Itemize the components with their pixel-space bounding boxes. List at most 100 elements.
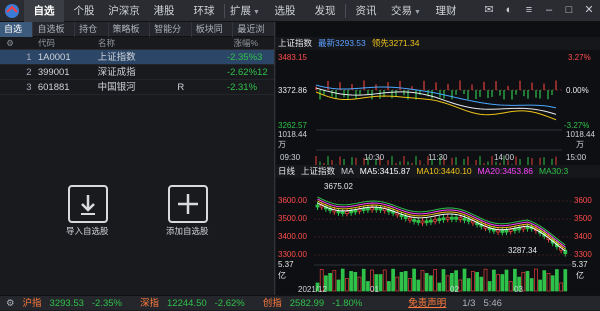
volume-bar (403, 271, 408, 292)
candle (441, 217, 446, 221)
menu-item-8[interactable]: 资讯 (346, 0, 386, 22)
volume-bar (563, 269, 568, 292)
status-sh-name[interactable]: 沪指 (23, 296, 42, 310)
kline-low-label: 3287.34 (508, 246, 537, 255)
volume-bar (496, 274, 500, 292)
time-tick: 09:30 (280, 153, 301, 162)
add-watchlist-button[interactable] (168, 185, 208, 223)
candle (416, 220, 421, 223)
volume-bar (525, 271, 530, 292)
menu-item-9[interactable]: 交易 ▼ (386, 0, 426, 22)
menu-item-0[interactable]: 自选 (24, 0, 64, 22)
volume-bar (534, 268, 538, 292)
menu-item-4[interactable]: 环球 (184, 0, 224, 22)
skin-icon[interactable]: ◐ (502, 3, 516, 18)
menu-item-7[interactable]: 发现 (305, 0, 345, 22)
import-watchlist-label[interactable]: 导入自选股 (66, 225, 109, 237)
maximize-icon[interactable]: □ (562, 3, 576, 18)
volume-bar (500, 274, 505, 292)
kline-ma5: MA5:3415.87 (359, 166, 411, 176)
col-code-header[interactable]: 代码 (38, 37, 98, 49)
row-code: 601881 (37, 82, 70, 93)
intraday-y-mid: 3372.86 (278, 86, 307, 95)
kline-chart[interactable] (276, 179, 600, 295)
table-row[interactable]: 2 399001 深证成指 -2.62% 12 (0, 65, 274, 80)
tab-3[interactable]: 策略板块 (109, 22, 151, 49)
menu-item-5[interactable]: 扩展 ▼ (225, 0, 265, 22)
settings-gear-icon[interactable]: ⚙ (0, 37, 20, 49)
table-row[interactable]: 3 601881 中国银河 R -2.31% (0, 80, 274, 95)
volume-bar (412, 268, 416, 292)
close-icon[interactable]: ✕ (582, 3, 596, 18)
mail-icon[interactable]: ✉ (482, 3, 496, 18)
row-spacer (0, 65, 20, 79)
intraday-pct-top: 3.27% (568, 53, 591, 62)
candle (366, 207, 370, 211)
tab-1[interactable]: 自选板块 (33, 22, 76, 49)
add-watchlist-label[interactable]: 添加自选股 (166, 225, 209, 237)
status-sh-chg: -2.35% (91, 298, 122, 309)
status-bar: ⚙ 沪指 3293.53 -2.35% 深指 12244.50 -2.62% 创… (0, 295, 600, 310)
status-gear-icon[interactable]: ⚙ (6, 296, 15, 310)
disclaimer-link[interactable]: 免责声明 (408, 296, 446, 310)
menu-item-2[interactable]: 沪深京 (104, 0, 144, 22)
menu-item-10[interactable]: 理财 (426, 0, 466, 22)
volume-bar (479, 276, 484, 292)
tab-4[interactable]: 智能分组 (150, 22, 192, 49)
kline-y-tick-right: 3400 (574, 232, 592, 241)
table-row[interactable]: 1 1A0001 上证指数 -2.35% 3 (0, 50, 274, 65)
tab-6[interactable]: 最近浏览 (233, 22, 275, 49)
candle (428, 219, 433, 223)
candle (336, 210, 341, 214)
candle (403, 216, 408, 219)
intraday-title[interactable]: 上证指数 (278, 37, 312, 50)
intraday-lead: 领先3271.34 (371, 38, 420, 48)
menu-item-6[interactable]: 选股 (265, 0, 305, 22)
kline-period-tab[interactable]: 日线 (278, 165, 295, 178)
candle (500, 230, 505, 233)
main-menu: 自选 个股 沪深京 港股 环球 扩展 ▼ 选股 发现 资讯 交易 ▼ 理财 (24, 0, 466, 22)
col-change-header[interactable]: 涨幅% (208, 37, 258, 49)
volume-bar (538, 279, 542, 292)
volume-bar (529, 278, 534, 292)
candle (449, 216, 454, 220)
tab-0[interactable]: 自选股 (0, 22, 34, 49)
menu-icon[interactable]: ≡ (522, 3, 536, 18)
status-cy-name[interactable]: 创指 (263, 296, 282, 310)
volume-bar (408, 278, 412, 292)
tab-5[interactable]: 板块同列 (192, 22, 234, 49)
candle (454, 216, 459, 220)
intraday-vol-right: 1018.44 (566, 130, 595, 139)
tab-2[interactable]: 持仓股 (75, 22, 109, 49)
status-cy-val: 2582.99 (289, 298, 325, 309)
watchlist-rows: 1 1A0001 上证指数 -2.35% 3 2 399001 深证成指 -2.62% 12 3 60… (0, 50, 274, 95)
menu-label: 资讯 (355, 5, 377, 17)
menu-item-1[interactable]: 个股 (64, 0, 104, 22)
row-extra: 3 (257, 52, 263, 63)
candle (445, 216, 450, 220)
row-extra: 12 (257, 67, 268, 78)
col-name-header[interactable]: 名称 (98, 37, 178, 49)
kline-ma30: MA30:3 (538, 166, 569, 176)
download-icon (81, 195, 95, 215)
time-tick: 10:30 (364, 153, 385, 162)
candle (496, 229, 501, 233)
candle (458, 217, 463, 220)
time-tick: 14:00 (494, 153, 515, 162)
candle (521, 226, 526, 230)
menu-item-3[interactable]: 港股 (144, 0, 184, 22)
menu-label: 扩展 (230, 5, 252, 17)
kline-ma-label[interactable]: MA (341, 165, 354, 178)
menu-label: 自选 (33, 5, 55, 17)
kline-y-tick-right: 3600 (574, 196, 592, 205)
import-watchlist-button[interactable] (68, 185, 108, 223)
status-sz-name[interactable]: 深指 (140, 296, 159, 310)
intraday-pct-bot: -3.27% (564, 121, 590, 130)
intraday-vol-top-unit: 万 (278, 140, 286, 149)
candle (407, 217, 412, 221)
row-flag (177, 50, 207, 64)
volume-bar (555, 269, 559, 292)
row-index: 1 (26, 52, 32, 63)
minimize-icon[interactable]: – (542, 3, 556, 18)
kline-title[interactable]: 上证指数 (301, 165, 335, 178)
